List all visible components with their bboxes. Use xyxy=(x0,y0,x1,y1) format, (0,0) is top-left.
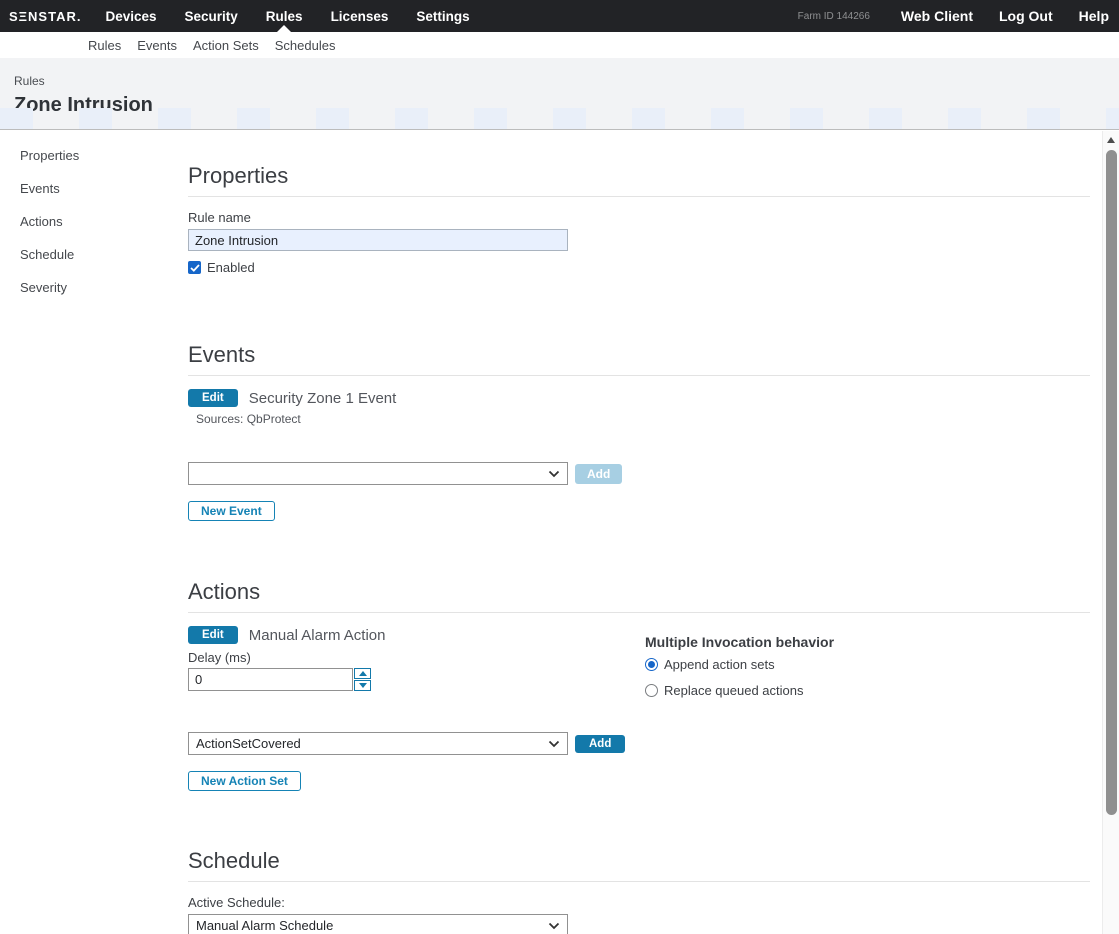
scrollbar-up-button[interactable] xyxy=(1103,131,1119,148)
main-column: Properties Rule name Enabled Events Edit… xyxy=(188,130,1090,934)
arrow-down-icon xyxy=(359,683,367,688)
edit-action-button[interactable]: Edit xyxy=(188,626,238,644)
main-menu: Devices Security Rules Licenses Settings xyxy=(91,0,483,32)
scroll-up-icon xyxy=(1107,137,1115,143)
schedule-section: Schedule Active Schedule: Manual Alarm S… xyxy=(188,848,1090,934)
properties-section: Properties Rule name Enabled xyxy=(188,163,1090,275)
page-header: Rules Zone Intrusion xyxy=(0,58,1119,130)
sidebar-item-events[interactable]: Events xyxy=(20,181,79,196)
chevron-down-icon xyxy=(548,922,560,930)
menu-item-rules[interactable]: Rules xyxy=(252,0,317,32)
rules-sub-navigation: Rules Events Action Sets Schedules xyxy=(0,32,1119,58)
active-schedule-select[interactable]: Manual Alarm Schedule xyxy=(188,914,568,934)
spinner-up-button[interactable] xyxy=(354,668,371,679)
replace-queued-actions-label: Replace queued actions xyxy=(664,683,804,698)
active-schedule-label: Active Schedule: xyxy=(188,895,1090,910)
edit-event-button[interactable]: Edit xyxy=(188,389,238,407)
new-event-row: New Event xyxy=(188,501,1090,521)
menu-item-licenses[interactable]: Licenses xyxy=(317,0,403,32)
menu-item-devices[interactable]: Devices xyxy=(91,0,170,32)
invocation-heading: Multiple Invocation behavior xyxy=(645,634,834,650)
scrollbar-thumb[interactable] xyxy=(1106,150,1117,815)
event-sources: Sources: QbProtect xyxy=(196,412,1090,426)
top-navigation-bar: SΞNSTAR. Devices Security Rules Licenses… xyxy=(0,0,1119,32)
delay-spinner xyxy=(354,668,371,691)
active-tab-indicator xyxy=(277,25,291,32)
replace-queued-actions-radio[interactable] xyxy=(645,684,658,697)
actions-body: Edit Manual Alarm Action Delay (ms) xyxy=(188,626,1090,791)
delay-label: Delay (ms) xyxy=(188,650,1090,665)
sidebar-item-schedule[interactable]: Schedule xyxy=(20,247,79,262)
senstar-logo[interactable]: SΞNSTAR. xyxy=(0,9,91,24)
action-item-row: Edit Manual Alarm Action xyxy=(188,626,1090,644)
log-out-link[interactable]: Log Out xyxy=(986,8,1066,24)
enabled-checkbox[interactable] xyxy=(188,261,201,274)
spinner-down-button[interactable] xyxy=(354,680,371,691)
add-event-button: Add xyxy=(575,464,622,484)
enabled-label: Enabled xyxy=(207,260,255,275)
sidebar-item-severity[interactable]: Severity xyxy=(20,280,79,295)
properties-heading: Properties xyxy=(188,163,1090,197)
menu-item-settings[interactable]: Settings xyxy=(402,0,483,32)
arrow-up-icon xyxy=(359,671,367,676)
rule-name-label: Rule name xyxy=(188,210,1090,225)
action-set-select-row: ActionSetCovered Add xyxy=(188,732,1090,755)
web-client-link[interactable]: Web Client xyxy=(888,8,986,24)
chevron-down-icon xyxy=(548,470,560,478)
event-item-row: Edit Security Zone 1 Event xyxy=(188,389,1090,407)
vertical-scrollbar[interactable] xyxy=(1102,131,1119,934)
menu-item-security[interactable]: Security xyxy=(171,0,252,32)
active-schedule-select-value: Manual Alarm Schedule xyxy=(196,918,333,933)
action-set-select-value: ActionSetCovered xyxy=(196,736,301,751)
checkmark-icon xyxy=(190,264,200,272)
action-set-select[interactable]: ActionSetCovered xyxy=(188,732,568,755)
topbar-right-group: Farm ID 144266 Web Client Log Out Help xyxy=(798,0,1119,32)
invocation-behavior-group: Multiple Invocation behavior Append acti… xyxy=(645,634,834,698)
section-sidebar: Properties Events Actions Schedule Sever… xyxy=(20,148,79,313)
delay-field xyxy=(188,668,1090,691)
sidebar-item-properties[interactable]: Properties xyxy=(20,148,79,163)
radio-row-append: Append action sets xyxy=(645,657,834,672)
event-select-row: Add xyxy=(188,462,1090,485)
schedule-heading: Schedule xyxy=(188,848,1090,882)
breadcrumb[interactable]: Rules xyxy=(14,74,1119,88)
subnav-item-schedules[interactable]: Schedules xyxy=(267,38,344,53)
chevron-down-icon xyxy=(548,740,560,748)
append-action-sets-radio[interactable] xyxy=(645,658,658,671)
new-action-set-row: New Action Set xyxy=(188,771,1090,791)
menu-item-rules-label: Rules xyxy=(266,9,303,24)
new-event-button[interactable]: New Event xyxy=(188,501,275,521)
subnav-item-action-sets[interactable]: Action Sets xyxy=(185,38,267,53)
subnav-item-events[interactable]: Events xyxy=(129,38,185,53)
help-link[interactable]: Help xyxy=(1066,8,1119,24)
rule-name-input[interactable] xyxy=(188,229,568,251)
enabled-row: Enabled xyxy=(188,260,1090,275)
add-action-set-button[interactable]: Add xyxy=(575,735,625,753)
actions-section: Actions Edit Manual Alarm Action Delay (… xyxy=(188,579,1090,791)
events-heading: Events xyxy=(188,342,1090,376)
delay-input[interactable] xyxy=(188,668,353,691)
event-select[interactable] xyxy=(188,462,568,485)
action-name: Manual Alarm Action xyxy=(249,627,386,644)
events-section: Events Edit Security Zone 1 Event Source… xyxy=(188,342,1090,521)
sidebar-item-actions[interactable]: Actions xyxy=(20,214,79,229)
subnav-item-rules[interactable]: Rules xyxy=(80,38,129,53)
radio-row-replace: Replace queued actions xyxy=(645,683,834,698)
actions-heading: Actions xyxy=(188,579,1090,613)
new-action-set-button[interactable]: New Action Set xyxy=(188,771,301,791)
event-name: Security Zone 1 Event xyxy=(249,390,397,407)
farm-id-label: Farm ID 144266 xyxy=(798,11,870,22)
content-area: Properties Events Actions Schedule Sever… xyxy=(0,130,1119,934)
page-title: Zone Intrusion xyxy=(14,94,1119,117)
append-action-sets-label: Append action sets xyxy=(664,657,775,672)
